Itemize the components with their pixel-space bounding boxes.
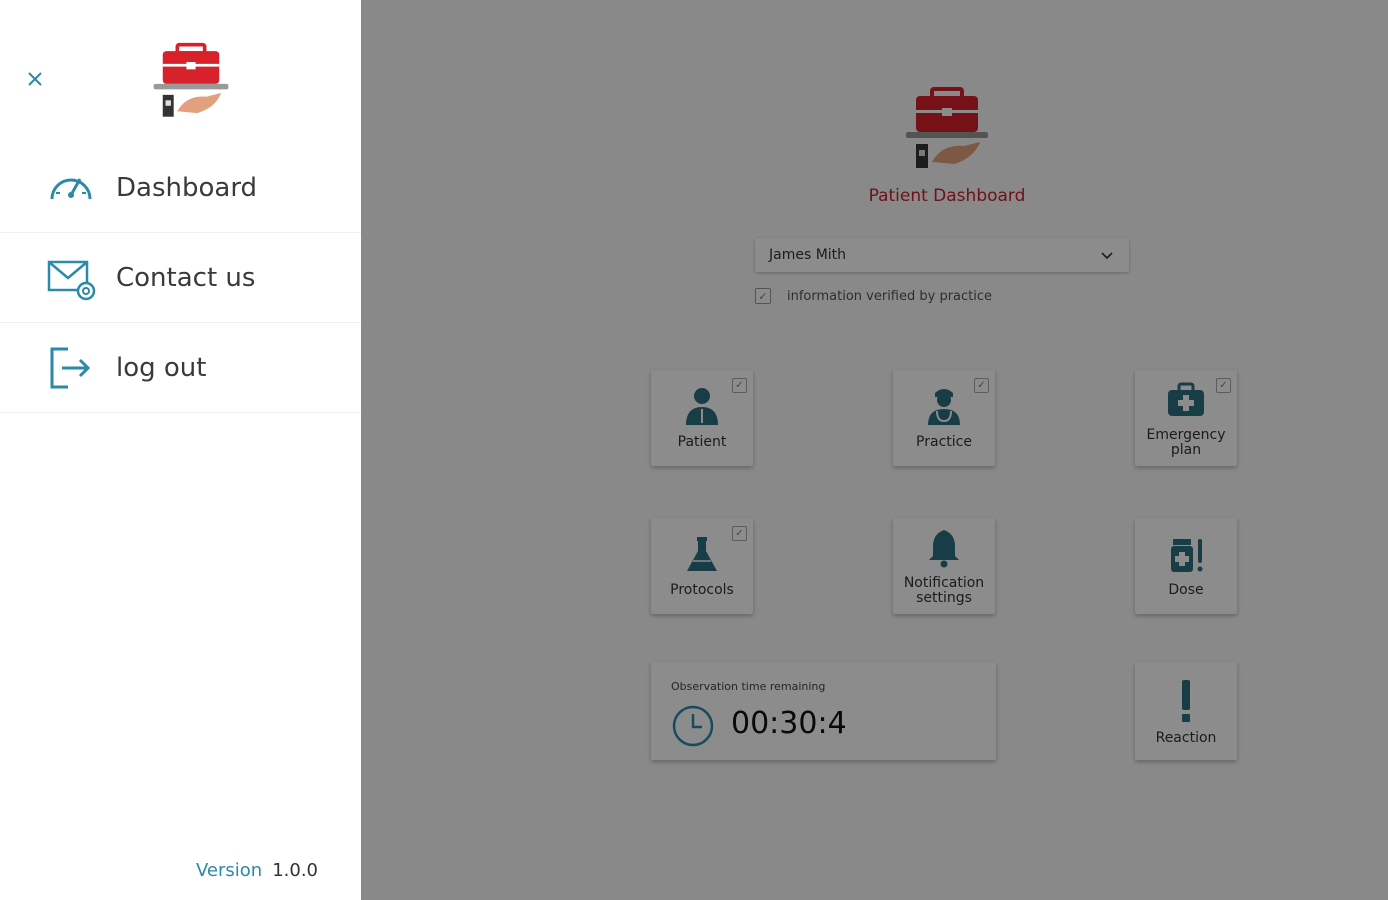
mail-settings-icon — [47, 260, 96, 300]
side-drawer: Dashboard Contact us log out Version 1.0.… — [0, 0, 361, 900]
menu-item-label: Contact us — [116, 262, 256, 293]
speedometer-icon — [50, 177, 92, 199]
drawer-menu: Dashboard Contact us log out — [0, 143, 361, 413]
menu-item-dashboard[interactable]: Dashboard — [0, 143, 361, 233]
version-number: 1.0.0 — [272, 860, 319, 881]
version-label: Version — [196, 860, 263, 881]
logo-icon — [153, 42, 229, 117]
menu-item-log-out[interactable]: log out — [0, 323, 361, 413]
close-button[interactable] — [22, 66, 48, 92]
menu-item-label: Dashboard — [116, 172, 258, 203]
logout-icon — [50, 347, 91, 388]
close-icon — [28, 72, 42, 86]
menu-item-label: log out — [116, 352, 207, 383]
version-info: Version 1.0.0 — [196, 860, 318, 881]
menu-item-contact-us[interactable]: Contact us — [0, 233, 361, 323]
